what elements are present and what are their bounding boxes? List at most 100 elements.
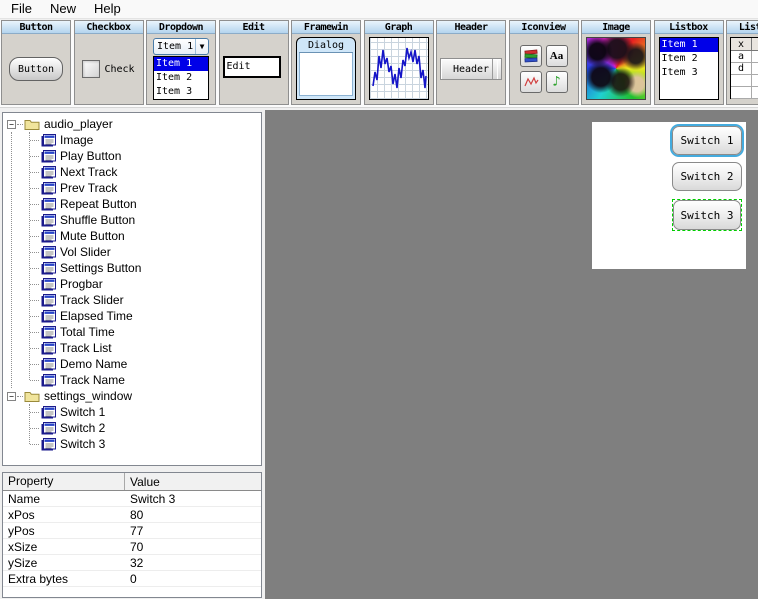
switch-3-button[interactable]: Switch 3 — [673, 200, 741, 230]
checkbox-box-icon[interactable] — [82, 60, 100, 78]
menu-item[interactable]: Help — [85, 0, 130, 18]
value-column-header[interactable]: Value — [125, 475, 160, 489]
framewin-preview[interactable]: Dialog — [296, 37, 356, 100]
design-canvas[interactable]: Switch 1 Switch 2 Switch 3 — [265, 110, 758, 599]
panel-body — [582, 34, 650, 104]
property-row[interactable]: yPos 77 — [3, 523, 261, 539]
listview-header-cell: y — [752, 38, 758, 51]
tree-item[interactable]: Repeat Button — [3, 196, 261, 212]
header-preview[interactable]: Header — [440, 58, 502, 80]
property-row[interactable]: Extra bytes 0 — [3, 571, 261, 587]
palette-panel-edit[interactable]: Edit Edit — [219, 20, 289, 105]
collapse-minus-icon[interactable]: − — [7, 392, 16, 401]
music-note-icon[interactable]: ♪ — [546, 71, 568, 93]
palette-panel-listview[interactable]: Listview x y a b d e — [726, 20, 758, 105]
property-column-header[interactable]: Property — [3, 473, 125, 490]
collapse-minus-icon[interactable]: − — [7, 120, 16, 129]
tree-item-label: Shuffle Button — [60, 213, 135, 227]
graph-preview[interactable] — [369, 37, 429, 100]
tree-item[interactable]: Demo Name — [3, 356, 261, 372]
tree-group-settings-window[interactable]: − settings_window — [3, 388, 261, 404]
property-value[interactable]: Switch 3 — [125, 492, 175, 506]
listview-row — [731, 75, 758, 87]
palette-panel-button[interactable]: Button Button — [1, 20, 71, 105]
palette-panel-checkbox[interactable]: Checkbox Check — [74, 20, 144, 105]
palette-panel-dropdown[interactable]: Dropdown Item 1 ▼ Item 1 Item 2 Item 3 — [146, 20, 216, 105]
form-icon — [41, 198, 56, 211]
tree-item[interactable]: Settings Button — [3, 260, 261, 276]
settings-window-preview[interactable]: Switch 1 Switch 2 Switch 3 — [592, 122, 746, 269]
dropdown-list-item[interactable]: Item 3 — [154, 85, 208, 99]
tree-item[interactable]: Elapsed Time — [3, 308, 261, 324]
graph-line-icon — [370, 38, 428, 99]
property-value[interactable]: 80 — [125, 508, 143, 522]
palette-panel-graph[interactable]: Graph — [364, 20, 434, 105]
tree-item[interactable]: Switch 2 — [3, 420, 261, 436]
tree-item[interactable]: Track Slider — [3, 292, 261, 308]
palette-panel-iconview[interactable]: Iconview Aa — [509, 20, 579, 105]
palette-panel-framewin[interactable]: Framewin Dialog — [291, 20, 361, 105]
tree-item[interactable]: Image — [3, 132, 261, 148]
tree-item[interactable]: Prev Track — [3, 180, 261, 196]
edit-field-preview[interactable]: Edit — [223, 56, 281, 78]
property-name: xPos — [3, 508, 125, 522]
listview-row — [731, 87, 758, 99]
palette-panel-header[interactable]: Header Header — [436, 20, 506, 105]
tree-item-label: Vol Slider — [60, 245, 111, 259]
folder-icon — [24, 118, 40, 131]
tree-group-audio-player[interactable]: − audio_player — [3, 116, 261, 132]
panel-body: Aa ♪ — [510, 34, 578, 104]
tree-item[interactable]: Track Name — [3, 372, 261, 388]
chart-icon[interactable] — [520, 71, 542, 93]
menu-item[interactable]: File — [2, 0, 41, 18]
dropdown-combobox-preview[interactable]: Item 1 ▼ — [153, 38, 209, 55]
panel-body: Edit — [220, 34, 288, 104]
chevron-down-icon[interactable]: ▼ — [195, 39, 208, 54]
property-value[interactable]: 0 — [125, 572, 137, 586]
tree-item[interactable]: Switch 1 — [3, 404, 261, 420]
text-icon[interactable]: Aa — [546, 45, 568, 67]
panel-title: Graph — [365, 21, 433, 34]
property-row[interactable]: ySize 32 — [3, 555, 261, 571]
iconview-preview[interactable]: Aa ♪ — [520, 45, 568, 93]
image-preview[interactable] — [586, 37, 646, 100]
form-icon — [41, 406, 56, 419]
tree-item[interactable]: Next Track — [3, 164, 261, 180]
tree-item[interactable]: Shuffle Button — [3, 212, 261, 228]
listbox-preview[interactable]: Item 1 Item 2 Item 3 — [659, 37, 719, 100]
dropdown-list-item[interactable]: Item 2 — [154, 71, 208, 85]
switch-2-button[interactable]: Switch 2 — [672, 162, 742, 191]
form-icon — [41, 214, 56, 227]
property-row[interactable]: xSize 70 — [3, 539, 261, 555]
framewin-caption: Dialog — [299, 40, 353, 53]
property-row[interactable]: xPos 80 — [3, 507, 261, 523]
tree-item[interactable]: Track List — [3, 340, 261, 356]
tree-item-label: Settings Button — [60, 261, 141, 275]
tree-item[interactable]: Progbar — [3, 276, 261, 292]
checkbox-preview[interactable]: Check — [82, 60, 134, 78]
property-value[interactable]: 70 — [125, 540, 143, 554]
palette-panel-image[interactable]: Image — [581, 20, 651, 105]
listbox-item[interactable]: Item 3 — [660, 66, 718, 80]
menu-item[interactable]: New — [41, 0, 85, 18]
books-icon[interactable] — [520, 45, 542, 67]
switch-1-label: Switch 1 — [681, 134, 734, 147]
listbox-item[interactable]: Item 1 — [660, 38, 718, 52]
tree-item[interactable]: Switch 3 — [3, 436, 261, 452]
selection-marquee[interactable]: Switch 3 — [672, 199, 742, 231]
listbox-item[interactable]: Item 2 — [660, 52, 718, 66]
switch-1-button[interactable]: Switch 1 — [672, 126, 742, 155]
palette-panel-listbox[interactable]: Listbox Item 1 Item 2 Item 3 — [654, 20, 724, 105]
dropdown-list-item[interactable]: Item 1 — [154, 57, 208, 71]
listview-preview[interactable]: x y a b d e — [730, 37, 758, 99]
property-value[interactable]: 32 — [125, 556, 143, 570]
tree-item[interactable]: Total Time — [3, 324, 261, 340]
button-preview[interactable]: Button — [9, 57, 63, 81]
tree-item-label: Repeat Button — [60, 197, 137, 211]
tree-item[interactable]: Mute Button — [3, 228, 261, 244]
tree-item[interactable]: Play Button — [3, 148, 261, 164]
property-row[interactable]: Name Switch 3 — [3, 491, 261, 507]
switch-3-label: Switch 3 — [681, 209, 734, 222]
property-value[interactable]: 77 — [125, 524, 143, 538]
tree-item[interactable]: Vol Slider — [3, 244, 261, 260]
